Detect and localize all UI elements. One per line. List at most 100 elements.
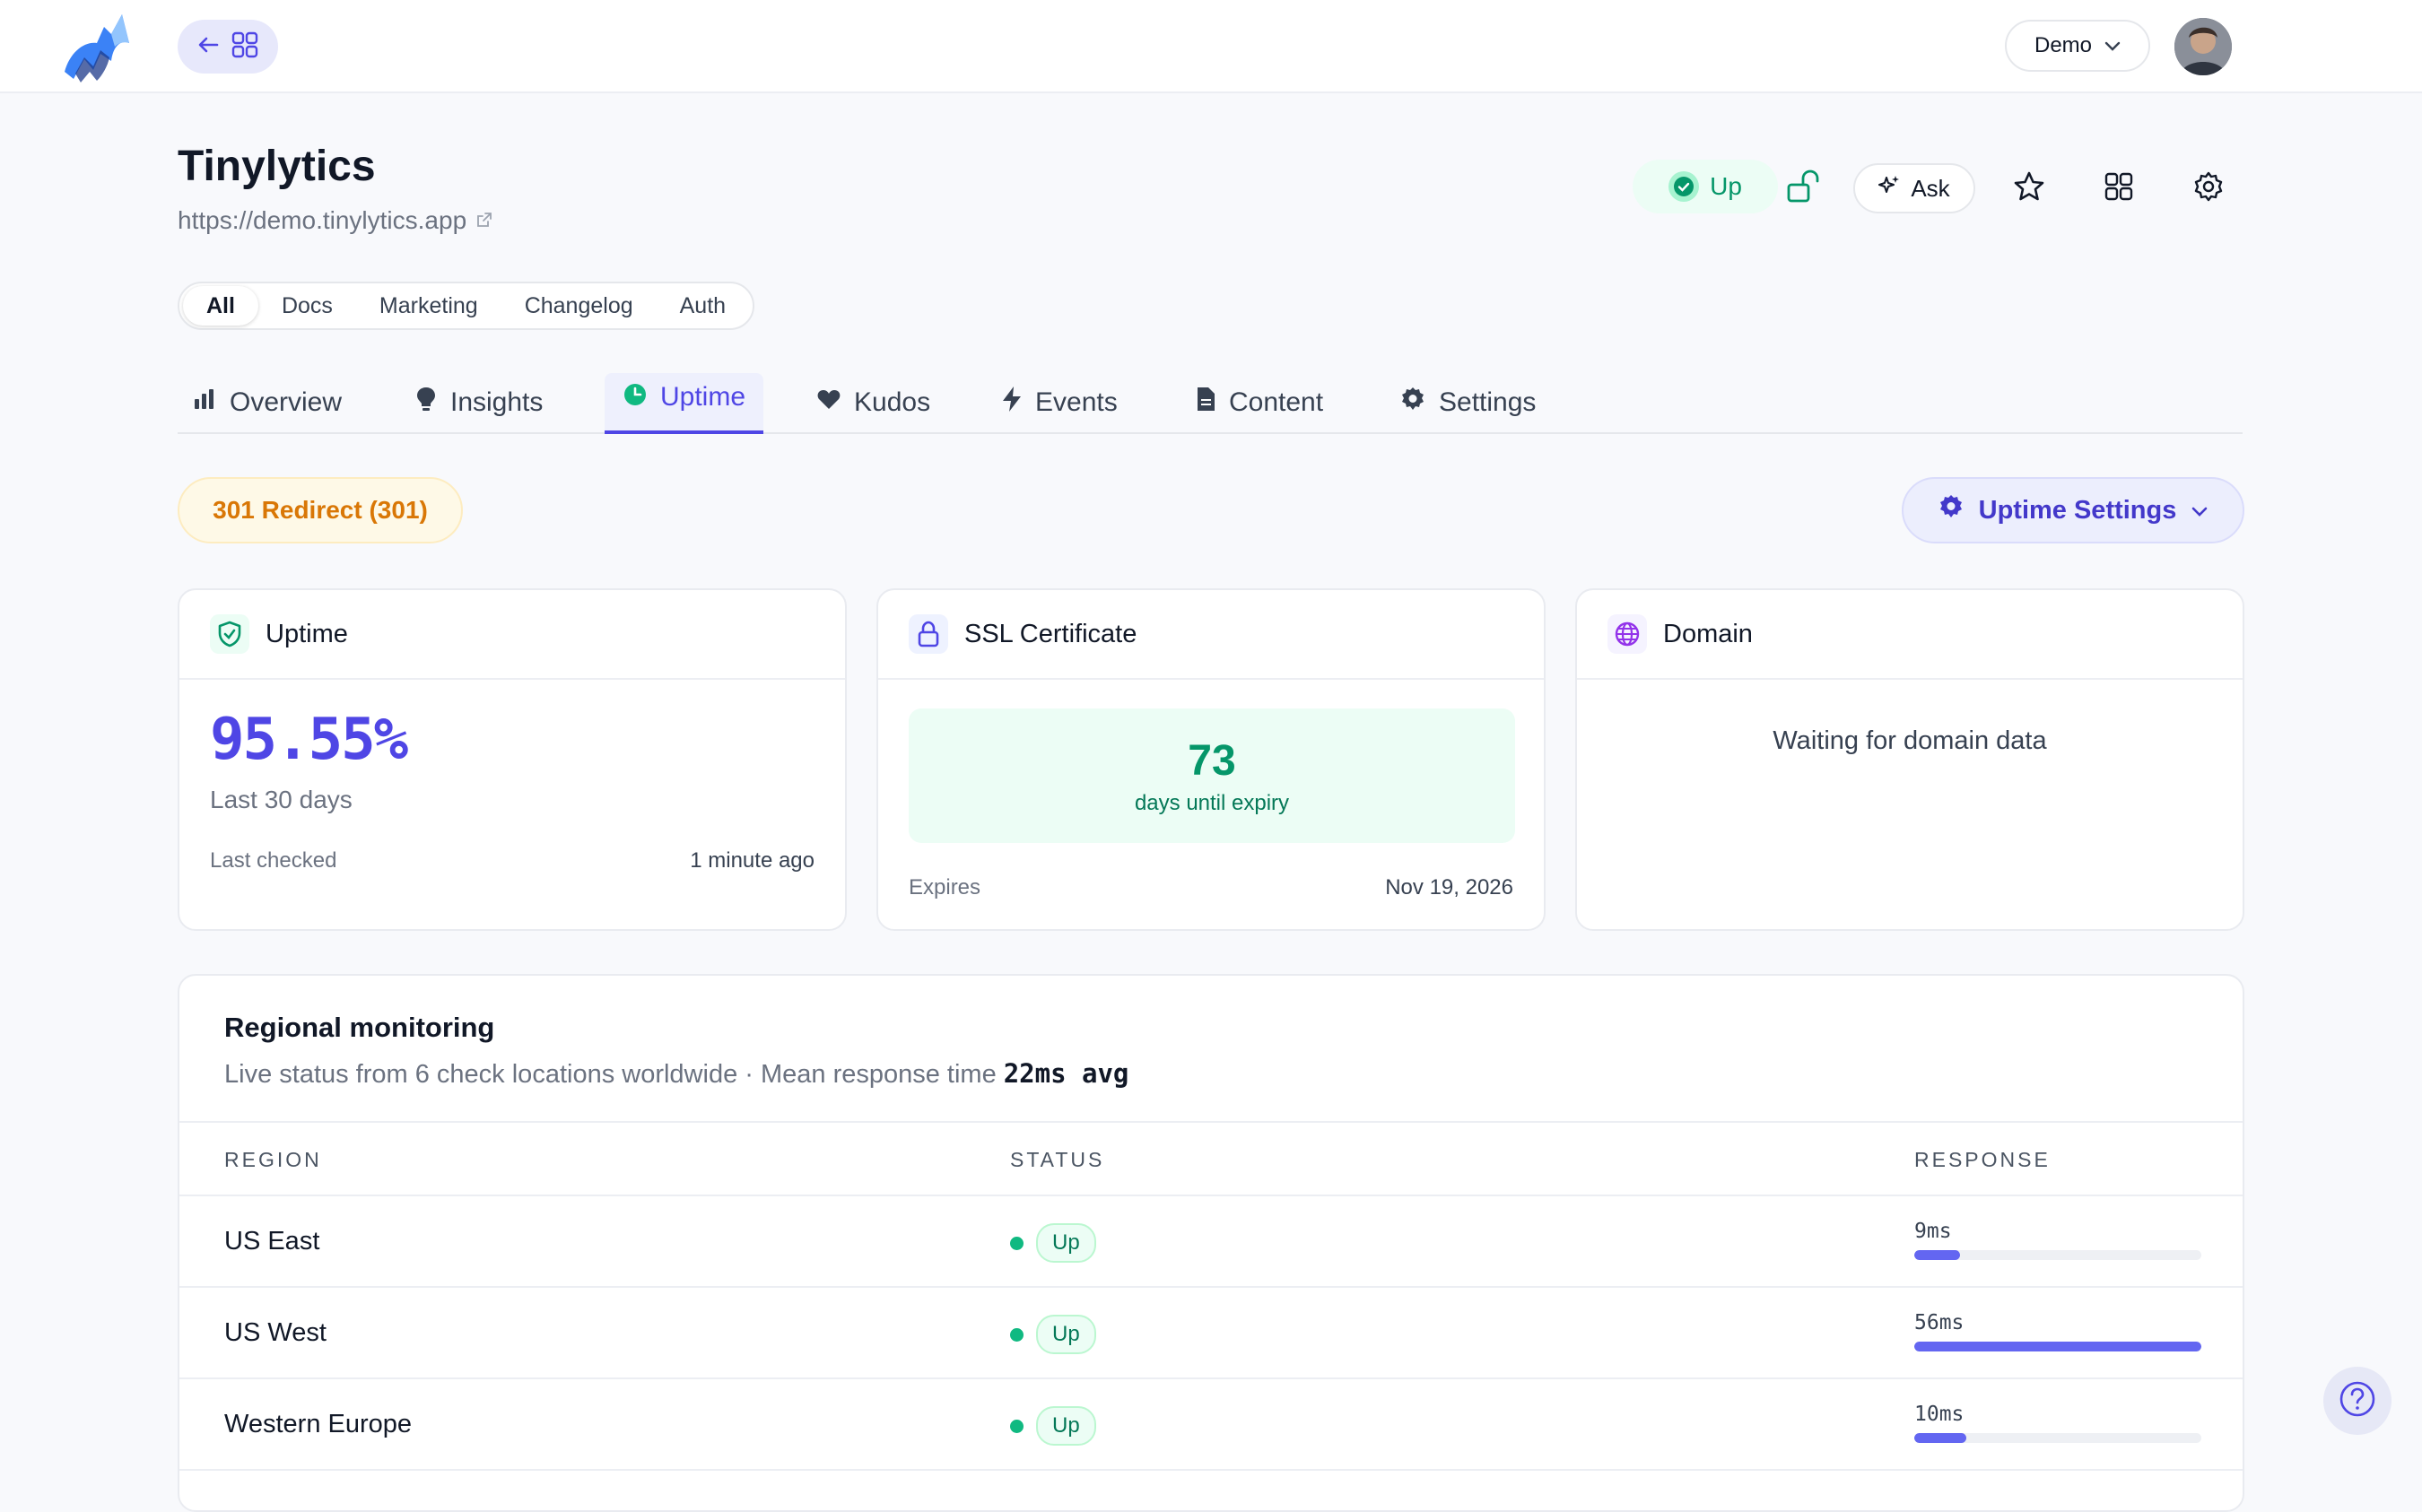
grid-icon xyxy=(231,31,258,63)
filter-docs[interactable]: Docs xyxy=(258,286,356,326)
status-dot xyxy=(1010,1419,1024,1433)
region-response: 10ms xyxy=(1914,1403,2201,1443)
ssl-days-label: days until expiry xyxy=(1134,790,1290,815)
user-avatar[interactable] xyxy=(2174,18,2232,75)
workspace-select-label: Demo xyxy=(2034,33,2093,57)
clock-icon xyxy=(623,382,648,414)
ssl-days: 73 xyxy=(1188,736,1236,785)
lightbulb-icon xyxy=(414,386,438,420)
workspace-select[interactable]: Demo xyxy=(2005,20,2150,72)
tab-overview[interactable]: Overview xyxy=(192,373,342,432)
status-pill: Up xyxy=(1036,1223,1096,1263)
response-bar xyxy=(1914,1250,2201,1260)
status-label: Up xyxy=(1710,172,1742,200)
chevron-down-icon xyxy=(2104,33,2121,58)
ssl-card: SSL Certificate 73 days until expiry Exp… xyxy=(876,588,1546,931)
region-name: US East xyxy=(224,1227,320,1256)
filter-marketing[interactable]: Marketing xyxy=(356,286,501,326)
expires-row: Expires Nov 19, 2026 xyxy=(909,875,1513,900)
status-pill: Up xyxy=(1036,1315,1096,1354)
uptime-percent: 95.55% xyxy=(210,707,408,773)
sparkles-icon xyxy=(1878,174,1902,204)
table-row: Western Europe Up 10ms xyxy=(179,1379,2243,1471)
region-response: 56ms xyxy=(1914,1311,2201,1351)
region-status: Up xyxy=(1010,1223,1096,1263)
region-response: 9ms xyxy=(1914,1220,2201,1260)
site-url-text: https://demo.tinylytics.app xyxy=(178,206,467,234)
region-name: Western Europe xyxy=(224,1410,413,1438)
filter-all[interactable]: All xyxy=(183,286,258,326)
status-dot xyxy=(1010,1236,1024,1250)
response-bar-fill xyxy=(1914,1342,2201,1351)
status-pill: Up xyxy=(1036,1406,1096,1446)
response-bar xyxy=(1914,1433,2201,1443)
mean-response-time: 22ms avg xyxy=(1003,1058,1129,1089)
regional-monitoring-panel: Regional monitoring Live status from 6 c… xyxy=(178,974,2244,1512)
filter-changelog[interactable]: Changelog xyxy=(501,286,657,326)
tab-kudos[interactable]: Kudos xyxy=(816,373,930,432)
document-icon xyxy=(1195,386,1216,420)
tab-settings[interactable]: Settings xyxy=(1399,373,1536,432)
uptime-settings-button[interactable]: Uptime Settings xyxy=(1902,477,2244,543)
back-to-sites-button[interactable] xyxy=(178,20,278,74)
favorite-button[interactable] xyxy=(2004,163,2054,213)
regional-subtitle: Live status from 6 check locations world… xyxy=(224,1058,1128,1090)
unlock-button[interactable] xyxy=(1778,163,1828,213)
tab-events[interactable]: Events xyxy=(1001,373,1118,432)
response-bar-fill xyxy=(1914,1433,1966,1443)
question-circle-icon xyxy=(2338,1379,2377,1423)
tab-label: Kudos xyxy=(854,387,931,417)
filter-auth[interactable]: Auth xyxy=(657,286,749,326)
lock-icon xyxy=(909,614,948,654)
page-title: Tinylytics xyxy=(178,143,376,190)
card-header: Domain xyxy=(1577,590,2243,680)
tab-uptime[interactable]: Uptime xyxy=(605,373,764,434)
response-bar-fill xyxy=(1914,1250,1961,1260)
arrow-left-icon xyxy=(197,36,219,58)
app-logo[interactable] xyxy=(57,7,140,88)
tab-content[interactable]: Content xyxy=(1195,373,1323,432)
site-url-link[interactable]: https://demo.tinylytics.app xyxy=(178,206,493,235)
column-response: RESPONSE xyxy=(1914,1148,2051,1171)
redirect-status-badge: 301 Redirect (301) xyxy=(178,477,463,543)
table-header: REGION STATUS RESPONSE xyxy=(179,1121,2243,1196)
tab-label: Content xyxy=(1229,387,1324,417)
column-status: STATUS xyxy=(1010,1148,1105,1171)
response-time: 56ms xyxy=(1914,1311,1965,1334)
tab-insights[interactable]: Insights xyxy=(414,373,543,432)
bar-chart-icon xyxy=(192,387,217,419)
bolt-icon xyxy=(1001,386,1023,420)
expires-value: Nov 19, 2026 xyxy=(1385,875,1513,899)
site-settings-button[interactable] xyxy=(2183,163,2234,213)
path-filter: All Docs Marketing Changelog Auth xyxy=(178,282,755,330)
column-region: REGION xyxy=(224,1148,322,1171)
apps-button[interactable] xyxy=(2094,163,2144,213)
tab-label: Uptime xyxy=(660,382,746,412)
response-time: 10ms xyxy=(1914,1403,1965,1426)
table-row: US East Up 9ms xyxy=(179,1196,2243,1288)
card-title: SSL Certificate xyxy=(964,619,1137,648)
top-bar: Demo xyxy=(0,0,2422,93)
ask-ai-button[interactable]: Ask xyxy=(1853,163,1975,213)
table-row: US West Up 56ms xyxy=(179,1288,2243,1379)
tab-label: Settings xyxy=(1439,387,1537,417)
card-header: Uptime xyxy=(179,590,845,680)
ask-label: Ask xyxy=(1911,174,1950,202)
uptime-card: Uptime 95.55% Last 30 days Last checked … xyxy=(178,588,847,931)
last-checked-value: 1 minute ago xyxy=(690,848,815,873)
chevron-down-icon xyxy=(2191,496,2209,526)
regional-title: Regional monitoring xyxy=(224,1012,495,1043)
status-dot xyxy=(1010,1327,1024,1342)
ssl-expiry-box: 73 days until expiry xyxy=(909,708,1515,843)
tab-label: Overview xyxy=(230,387,343,417)
section-tabs: Overview Insights Uptime Kudos Events Co… xyxy=(178,373,2243,434)
tab-label: Insights xyxy=(450,387,544,417)
regional-subtitle-text: Live status from 6 check locations world… xyxy=(224,1060,997,1089)
uptime-settings-label: Uptime Settings xyxy=(1978,495,2177,525)
unlock-icon xyxy=(1785,169,1821,209)
response-bar xyxy=(1914,1342,2201,1351)
tab-label: Events xyxy=(1035,387,1118,417)
help-button[interactable] xyxy=(2323,1367,2392,1435)
expires-label: Expires xyxy=(909,875,981,899)
region-name: US West xyxy=(224,1318,327,1347)
